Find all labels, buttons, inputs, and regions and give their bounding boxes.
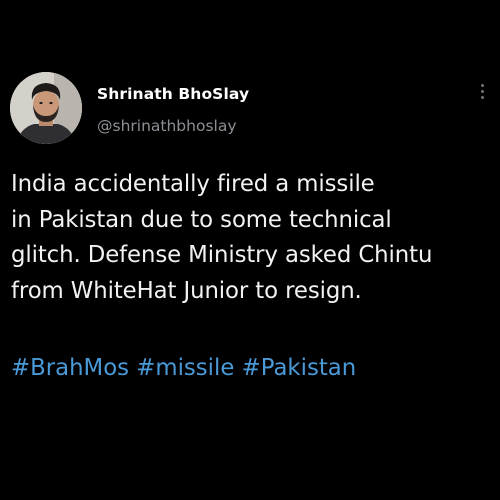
hashtag-link[interactable]: #missile: [136, 355, 234, 381]
profile-photo-icon: [10, 72, 82, 144]
hashtag-row: #BrahMos #missile #Pakistan: [11, 351, 356, 386]
more-vertical-icon[interactable]: [474, 84, 490, 106]
tweet-text: India accidentally fired a missile in Pa…: [11, 167, 496, 309]
tweet-text-line: India accidentally fired a missile: [11, 171, 375, 197]
hashtag-link[interactable]: #Pakistan: [242, 355, 357, 381]
user-handle[interactable]: @shrinathbhoslay: [97, 117, 237, 135]
display-name[interactable]: Shrinath BhoSlay: [97, 85, 249, 103]
avatar[interactable]: [10, 72, 82, 144]
hashtag-link[interactable]: #BrahMos: [11, 355, 129, 381]
tweet-text-line: from WhiteHat Junior to resign.: [11, 277, 362, 304]
tweet-text-line: in Pakistan due to some technical: [11, 206, 392, 233]
tweet-card: Shrinath BhoSlay @shrinathbhoslay India …: [0, 0, 500, 500]
tweet-text-line: glitch. Defense Ministry asked Chintu: [11, 242, 433, 268]
